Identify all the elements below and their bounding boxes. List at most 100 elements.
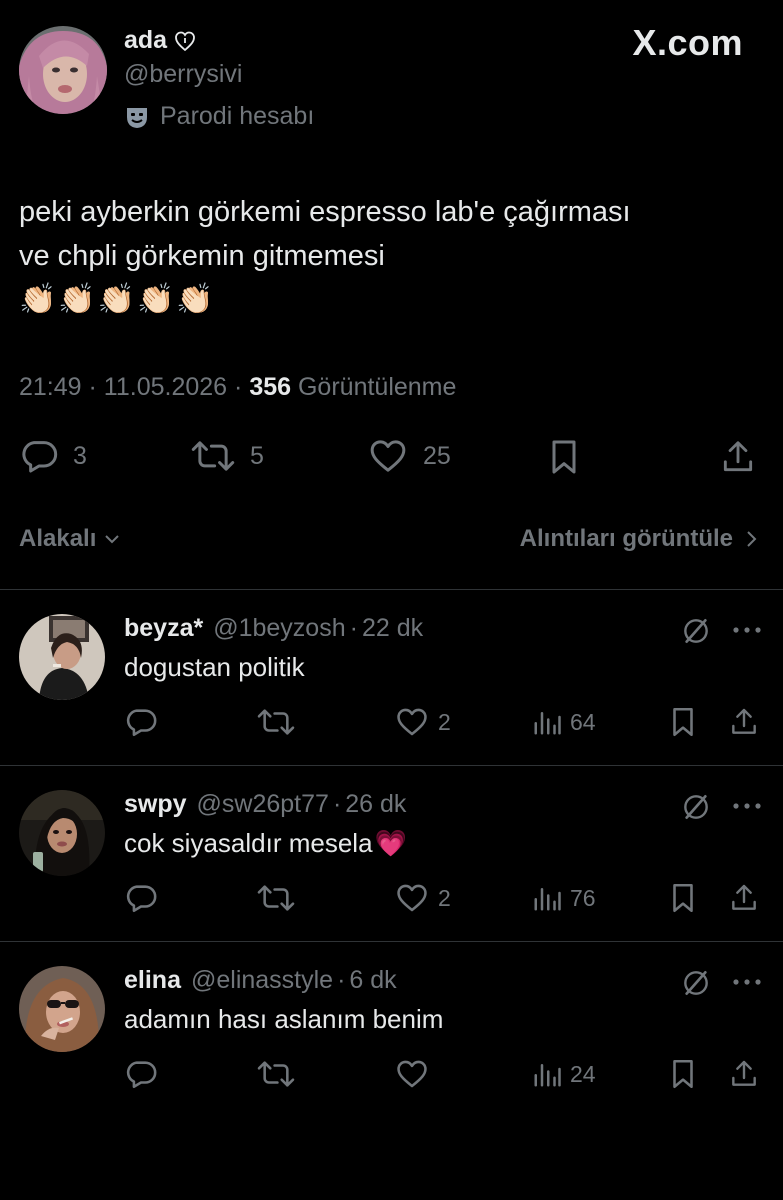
grok-icon[interactable] [680,791,712,823]
bookmark-icon [666,705,700,739]
reply-item[interactable]: elina @elinasstyle · 6 dk adamın hası as… [0,942,783,1118]
tweet-actions: 3 5 25 [19,436,759,482]
views-count: 356 [249,373,292,401]
reply-time[interactable]: 26 dk [345,790,406,819]
more-icon[interactable] [732,978,762,986]
separator-dot: · [349,614,358,642]
chevron-down-icon [102,529,122,549]
brand-watermark: X.com [632,22,743,63]
reply-time[interactable]: 6 dk [349,966,396,995]
like-count: 2 [438,884,451,911]
repost-button[interactable] [256,881,296,915]
reply-name[interactable]: swpy [124,790,187,819]
reply-icon [124,1057,158,1091]
tweet-time[interactable]: 21:49 [19,373,82,401]
reply-name[interactable]: beyza* [124,614,203,643]
author-avatar[interactable] [19,26,107,114]
like-button[interactable] [394,1057,438,1091]
separator-dot: · [332,790,342,818]
like-icon [394,1057,430,1091]
share-icon [728,705,760,739]
share-button[interactable] [719,436,757,478]
reply-time[interactable]: 22 dk [362,614,423,643]
share-button[interactable] [728,1057,760,1091]
reply-item[interactable]: swpy @sw26pt77 · 26 dk cok siyasaldır me… [0,766,783,942]
reply-icon [19,436,59,476]
bookmark-button[interactable] [666,705,700,739]
reply-handle[interactable]: @elinasstyle [191,966,333,995]
reply-icon [124,881,158,915]
more-icon[interactable] [732,626,762,634]
reply-avatar[interactable] [19,966,105,1052]
parody-label: Parodi hesabı [124,102,314,131]
like-button[interactable]: 2 [394,705,451,739]
tweet-text: peki ayberkin görkemi espresso lab'e çağ… [19,190,759,278]
reply-actions: 24 [124,1057,764,1091]
repost-button[interactable] [256,1057,296,1091]
tweet-date[interactable]: 11.05.2026 [104,373,227,401]
reply-actions: 2 64 [124,705,764,739]
like-icon [394,881,430,915]
reply-text-content: dogustan politik [124,652,305,682]
repost-icon [256,881,296,915]
repost-button[interactable]: 5 [190,436,264,476]
reply-button[interactable]: 3 [19,436,87,476]
views-count: 24 [570,1060,596,1087]
tweet-meta: 21:49 · 11.05.2026 · 356 Görüntülenme [19,373,457,401]
reply-avatar[interactable] [19,614,105,700]
reply-handle[interactable]: @1beyzosh [213,614,345,643]
share-button[interactable] [728,881,760,915]
sort-label: Alakalı [19,525,97,552]
views-count: 76 [570,884,596,911]
parody-text: Parodi hesabı [160,102,315,130]
author-handle[interactable]: @berrysivi [124,60,242,89]
reply-header: beyza* @1beyzosh · 22 dk [124,614,423,643]
repost-count: 5 [250,441,264,470]
repost-button[interactable] [256,705,296,739]
reply-text: cok siyasaldır mesela 💗 [124,828,407,859]
bookmark-button[interactable] [666,881,700,915]
reply-button[interactable] [124,881,158,915]
author-name[interactable]: ada [124,26,197,55]
bookmark-icon [544,436,584,478]
like-button[interactable]: 25 [367,436,451,476]
more-icon[interactable] [732,802,762,810]
like-count: 25 [423,441,451,470]
reply-button[interactable] [124,1057,158,1091]
sort-dropdown[interactable]: Alakalı [19,525,122,553]
reply-handle[interactable]: @sw26pt77 [197,790,329,819]
tweet-text-line-2: ve chpli görkemin gitmemesi [19,240,385,272]
reply-text: dogustan politik [124,652,305,683]
reply-actions: 2 76 [124,881,764,915]
parody-mask-icon [124,104,150,130]
share-button[interactable] [728,705,760,739]
views-button[interactable]: 64 [532,705,596,739]
grok-icon[interactable] [680,967,712,999]
reply-text-content: cok siyasaldır mesela [124,828,373,858]
view-quotes-link[interactable]: Alıntıları görüntüle [520,525,761,553]
views-button[interactable]: 24 [532,1057,596,1091]
reply-item[interactable]: beyza* @1beyzosh · 22 dk dogustan politi… [0,590,783,766]
separator-dot: · [337,966,346,994]
heart-emoji: 💗 [374,828,407,858]
tweet-text-line-1: peki ayberkin görkemi espresso lab'e çağ… [19,196,631,228]
chevron-right-icon [743,528,761,550]
reply-button[interactable] [124,705,158,739]
like-button[interactable]: 2 [394,881,451,915]
views-count: 64 [570,708,596,735]
share-icon [719,436,757,478]
repost-icon [256,1057,296,1091]
views-button[interactable]: 76 [532,881,596,915]
reply-name[interactable]: elina [124,966,181,995]
grok-icon[interactable] [680,615,712,647]
tweet-emoji: 👏🏻👏🏻👏🏻👏🏻👏🏻 [19,283,216,316]
reply-text: adamın hası aslanım benim [124,1004,443,1035]
reply-header: swpy @sw26pt77 · 26 dk [124,790,406,819]
reply-avatar[interactable] [19,790,105,876]
bookmark-icon [666,1057,700,1091]
bookmark-button[interactable] [544,436,584,478]
share-icon [728,881,760,915]
like-count: 2 [438,708,451,735]
bookmark-button[interactable] [666,1057,700,1091]
reply-text-content: adamın hası aslanım benim [124,1004,444,1034]
